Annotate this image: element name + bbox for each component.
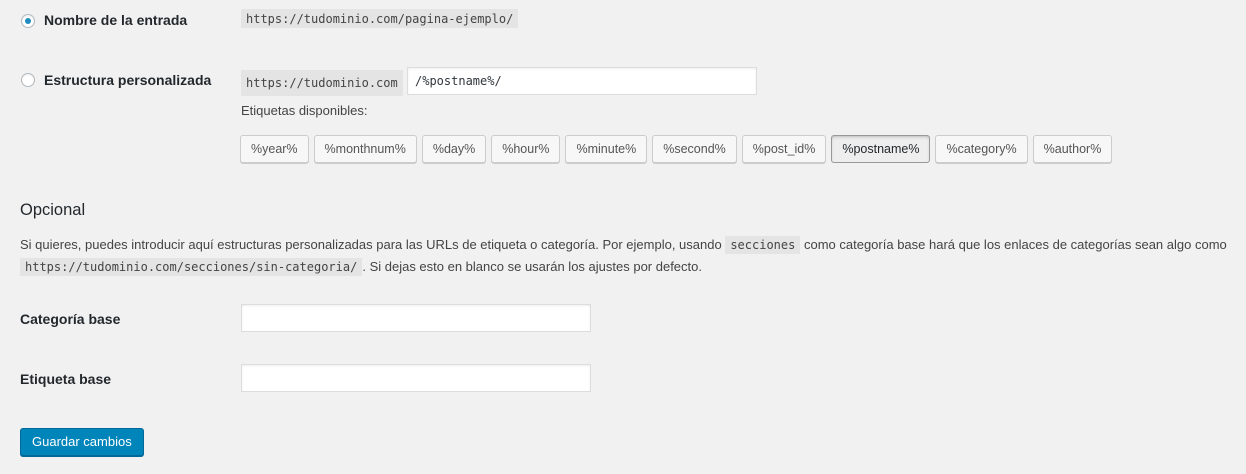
- tag-button-post-id[interactable]: %post_id%: [741, 135, 827, 163]
- category-base-input[interactable]: [241, 304, 591, 332]
- tag-button-day[interactable]: %day%: [421, 135, 487, 163]
- custom-structure-prefix-code: https://tudominio.com: [241, 70, 403, 96]
- tag-base-label: Etiqueta base: [20, 371, 112, 387]
- tag-button-monthnum[interactable]: %monthnum%: [313, 135, 417, 163]
- optional-desc-text-2: como categoría base hará que los enlaces…: [803, 237, 1227, 252]
- optional-desc-code-url: https://tudominio.com/secciones/sin-cate…: [20, 258, 363, 276]
- available-tags-label: Etiquetas disponibles:: [241, 103, 368, 118]
- post-name-example: https://tudominio.com/pagina-ejemplo/: [241, 9, 519, 28]
- radio-post-name[interactable]: [21, 14, 35, 28]
- radio-custom-structure-label[interactable]: Estructura personalizada: [44, 72, 211, 88]
- custom-structure-prefix: https://tudominio.com: [241, 70, 403, 96]
- tag-button-year[interactable]: %year%: [240, 135, 309, 163]
- radio-custom-structure[interactable]: [21, 73, 35, 87]
- optional-desc-text-3: . Si dejas esto en blanco se usarán los …: [362, 259, 702, 274]
- optional-desc-text-1: Si quieres, puedes introducir aquí estru…: [20, 237, 722, 252]
- optional-heading: Opcional: [20, 201, 86, 219]
- tag-base-input[interactable]: [241, 364, 591, 392]
- available-tags-list: %year% %monthnum% %day% %hour% %minute% …: [240, 135, 1113, 163]
- save-changes-button[interactable]: Guardar cambios: [20, 428, 144, 456]
- post-name-example-code: https://tudominio.com/pagina-ejemplo/: [241, 9, 519, 28]
- custom-structure-input[interactable]: /%postname%/: [407, 67, 757, 95]
- tag-button-hour[interactable]: %hour%: [491, 135, 561, 163]
- radio-post-name-label[interactable]: Nombre de la entrada: [44, 12, 187, 28]
- tag-button-category[interactable]: %category%: [935, 135, 1028, 163]
- tag-button-author[interactable]: %author%: [1032, 135, 1113, 163]
- tag-button-postname[interactable]: %postname%: [831, 135, 931, 163]
- optional-desc-code-secciones: secciones: [725, 236, 801, 254]
- category-base-label: Categoría base: [20, 311, 121, 327]
- tag-button-second[interactable]: %second%: [652, 135, 737, 163]
- tag-button-minute[interactable]: %minute%: [565, 135, 648, 163]
- optional-description: Si quieres, puedes introducir aquí estru…: [20, 234, 1235, 278]
